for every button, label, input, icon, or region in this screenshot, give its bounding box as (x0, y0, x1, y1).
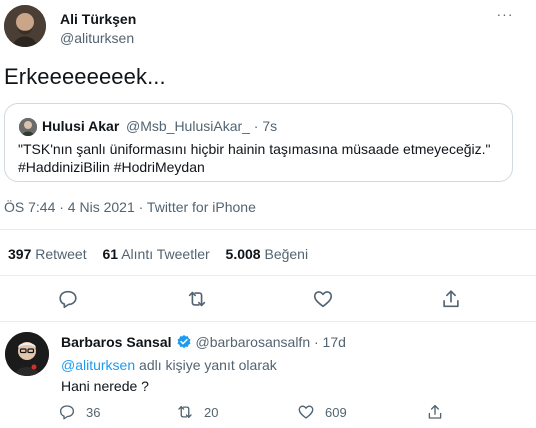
quoted-tweet-card[interactable]: Hulusi Akar @Msb_HulusiAkar_ · 7s "TSK'n… (4, 103, 513, 182)
quotes-count: 61 (102, 246, 119, 262)
tweet-text: Erkeeeeeeeek... (4, 64, 166, 89)
reply-share-button[interactable] (426, 403, 454, 421)
divider (0, 321, 536, 322)
share-icon[interactable] (440, 288, 462, 310)
reply-author-name[interactable]: Barbaros Sansal (61, 334, 172, 350)
retweets-label: Retweet (35, 246, 87, 262)
quoted-tweet-text: "TSK'nın şanlı üniformasını hiçbir haini… (18, 140, 498, 176)
reply-header: Barbaros Sansal @barbarosansalfn · 17d (61, 334, 346, 350)
reply-retweets-count: 20 (204, 405, 219, 420)
divider (0, 275, 536, 276)
tweet-meta-timestamp[interactable]: ÖS 7:44 · 4 Nis 2021 · Twitter for iPhon… (4, 199, 256, 215)
reply-reply-button[interactable]: 36 (58, 403, 100, 421)
retweets-stat[interactable]: 397 Retweet (8, 246, 87, 262)
reply-replies-count: 36 (86, 405, 101, 420)
reply-icon (59, 405, 75, 420)
verified-badge-icon (176, 334, 192, 350)
replying-to-handle-link[interactable]: @aliturksen (61, 357, 135, 373)
retweet-icon (178, 406, 192, 418)
replying-to-line: @aliturksen adlı kişiye yanıt olarak (61, 357, 277, 373)
reply-text: Hani nerede ? (61, 378, 149, 394)
main-tweet-avatar[interactable] (4, 5, 46, 47)
quoted-tweet-hashtags: #HaddiniziBilin #HodriMeydan (18, 159, 205, 175)
quoted-tweet-author-handle: @Msb_HulusiAkar_ · 7s (126, 118, 278, 134)
reply-likes-count: 609 (325, 405, 347, 420)
main-tweet-author-name[interactable]: Ali Türkşen (60, 11, 136, 27)
quotes-stat[interactable]: 61 Alıntı Tweetler (103, 246, 210, 262)
like-icon[interactable] (312, 288, 334, 310)
reply-icon[interactable] (57, 288, 79, 310)
quotes-label: Alıntı Tweetler (121, 246, 210, 262)
likes-label: Beğeni (264, 246, 309, 262)
replying-to-suffix: adlı kişiye yanıt olarak (135, 357, 277, 373)
reply-retweet-button[interactable]: 20 (176, 403, 218, 421)
retweets-count: 397 (8, 246, 32, 262)
divider (0, 229, 536, 230)
likes-stat[interactable]: 5.008 Beğeni (226, 246, 309, 262)
retweet-icon[interactable] (186, 288, 208, 310)
quoted-tweet-avatar (19, 118, 37, 136)
more-options-button[interactable]: ··· (495, 6, 515, 26)
reply-author-avatar[interactable] (5, 332, 49, 376)
reply-author-handle[interactable]: @barbarosansalfn · 17d (196, 334, 346, 350)
quoted-tweet-text-line1: "TSK'nın şanlı üniformasını hiçbir haini… (18, 141, 491, 157)
quoted-tweet-author-name: Hulusi Akar (42, 118, 120, 134)
tweet-stats: 397 Retweet 61 Alıntı Tweetler 5.008 Beğ… (8, 246, 320, 262)
main-tweet-author-handle[interactable]: @aliturksen (60, 30, 134, 46)
reply-like-button[interactable]: 609 (297, 403, 347, 421)
share-icon (428, 404, 442, 419)
like-icon (298, 405, 314, 419)
likes-count: 5.008 (225, 246, 261, 262)
